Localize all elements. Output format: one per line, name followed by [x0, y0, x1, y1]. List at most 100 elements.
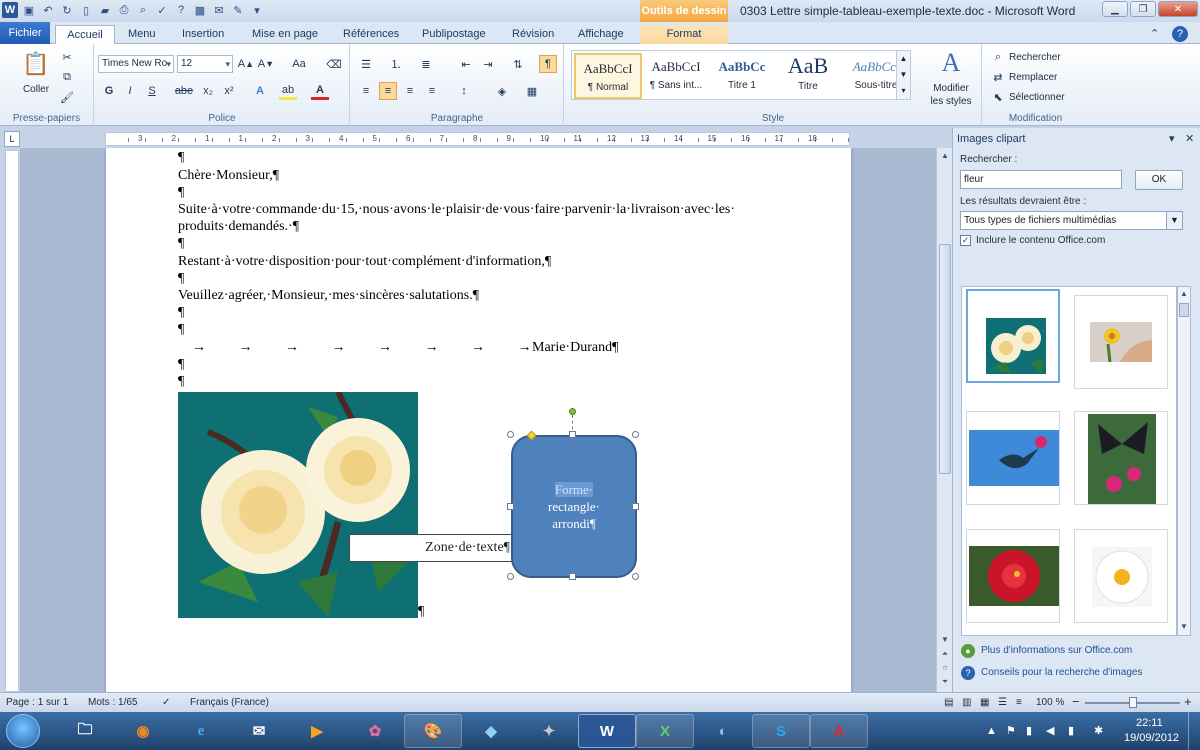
format-painter-icon[interactable]: 🖌 [58, 88, 76, 106]
zoom-out-icon[interactable]: − [1072, 694, 1080, 709]
line-spacing-icon[interactable]: ↕ [455, 82, 473, 100]
next-page-icon[interactable]: ⏷ [939, 676, 951, 688]
font-color-icon[interactable]: A [311, 82, 329, 100]
tab-selector[interactable]: L [4, 131, 20, 147]
clipart-thumbnail[interactable] [1074, 295, 1168, 389]
tab-references[interactable]: Références [343, 25, 399, 44]
tab-home[interactable]: Accueil [55, 25, 115, 44]
scroll-down-icon[interactable]: ▼ [1178, 621, 1190, 633]
web-layout-view-icon[interactable]: ▦ [980, 697, 989, 708]
tab-mailings[interactable]: Publipostage [422, 25, 486, 44]
redo-icon[interactable]: ↻ [59, 2, 75, 18]
resize-handle-tl[interactable] [507, 431, 514, 438]
help-icon[interactable]: ? [173, 2, 189, 18]
change-case-button[interactable]: Aa [287, 55, 311, 73]
clipart-search-input[interactable]: fleur [960, 170, 1122, 189]
resize-handle-l[interactable] [507, 503, 514, 510]
find-button[interactable]: Rechercher [1009, 50, 1061, 64]
media-player-icon[interactable]: ▶ [288, 714, 346, 748]
tab-view[interactable]: Affichage [578, 25, 624, 44]
scroll-up-icon[interactable]: ▲ [939, 150, 951, 162]
excel-icon[interactable]: X [636, 714, 694, 748]
resize-handle-br[interactable] [632, 573, 639, 580]
tab-review[interactable]: Révision [512, 25, 554, 44]
save-icon[interactable]: ▣ [21, 2, 37, 18]
copy-icon[interactable]: ⧉ [58, 68, 76, 86]
include-office-checkbox[interactable]: ✓ [960, 235, 971, 246]
scroll-up-icon[interactable]: ▲ [1178, 288, 1190, 300]
customize-qat-icon[interactable]: ▾ [249, 2, 265, 18]
search-tips-link[interactable]: Conseils pour la recherche d'images [981, 667, 1142, 678]
style-normal[interactable]: AaBbCcI ¶ Normal [574, 53, 642, 99]
rounded-rectangle-shape[interactable]: Forme· rectangle· arrondi¶ [511, 435, 637, 578]
action-center-icon[interactable]: ⚑ [1006, 724, 1016, 737]
maximize-button[interactable]: ❐ [1130, 1, 1156, 17]
styles-scroll[interactable]: ▲ ▼ ▾ [896, 51, 910, 99]
tab-insert[interactable]: Insertion [182, 25, 224, 44]
signal-icon[interactable]: ▮ [1068, 724, 1074, 737]
horizontal-ruler[interactable]: 3 2 1 1 2 3 4 5 6 7 8 9 10 11 12 13 14 15 16 17 18 [105, 132, 850, 146]
gimp-icon[interactable]: ✦ [520, 714, 578, 748]
borders-icon[interactable]: ▦ [523, 82, 541, 100]
thunderbird-icon[interactable]: ◐ [694, 714, 752, 748]
page-count[interactable]: Page : 1 sur 1 [6, 697, 68, 708]
help-icon[interactable]: ? [1172, 26, 1188, 42]
clipart-thumbnail[interactable] [1074, 411, 1168, 505]
media-type-select[interactable]: Tous types de fichiers multimédias ▼ [960, 211, 1183, 230]
previous-page-icon[interactable]: ⏶ [939, 648, 951, 660]
tab-page-layout[interactable]: Mise en page [252, 25, 318, 44]
modify-styles-label2[interactable]: les styles [924, 95, 978, 107]
decrease-indent-icon[interactable]: ⇤ [457, 55, 475, 73]
pane-options-icon[interactable]: ▾ [1169, 132, 1175, 145]
style-heading-1[interactable]: AaBbCc Titre 1 [708, 53, 776, 99]
rotation-handle[interactable] [569, 408, 576, 415]
insert-picture-icon[interactable]: ▩ [192, 2, 208, 18]
bluetooth-icon[interactable]: ✱ [1094, 724, 1103, 737]
scroll-down-icon[interactable]: ▼ [939, 634, 951, 646]
zoom-slider-knob[interactable] [1129, 697, 1137, 708]
clipart-thumbnail[interactable] [966, 411, 1060, 505]
scroll-thumb[interactable] [939, 244, 951, 474]
increase-indent-icon[interactable]: ⇥ [479, 55, 497, 73]
multilevel-list-icon[interactable]: ≣ [417, 55, 435, 73]
modify-styles-icon[interactable]: A [936, 48, 966, 78]
document-page[interactable]: ¶ Chère·Monsieur,¶ ¶ Suite·à·votre·comma… [106, 148, 851, 692]
cut-icon[interactable]: ✂ [58, 48, 76, 66]
bold-button[interactable]: G [100, 82, 118, 100]
print-preview-icon[interactable]: ⌕ [135, 2, 151, 18]
align-left-icon[interactable]: ≡ [357, 82, 375, 100]
explorer-icon[interactable]: 🗀 [56, 714, 114, 748]
underline-button[interactable]: S [143, 82, 161, 100]
style-no-spacing[interactable]: AaBbCcI ¶ Sans int... [642, 53, 710, 99]
acrobat-icon[interactable]: A [810, 714, 868, 748]
strikethrough-button[interactable]: abe [173, 82, 195, 100]
modify-styles-label1[interactable]: Modifier [924, 82, 978, 94]
word-count[interactable]: Mots : 1/65 [88, 697, 137, 708]
ribbon-minimize-icon[interactable]: ⌃ [1150, 25, 1159, 44]
pane-close-icon[interactable]: ✕ [1185, 132, 1194, 145]
paint-icon[interactable]: ✿ [346, 714, 404, 748]
show-hidden-icons[interactable]: ▲ [986, 725, 997, 737]
word-icon[interactable]: W [2, 2, 18, 18]
word-icon[interactable]: W [578, 714, 636, 748]
print-layout-view-icon[interactable]: ▤ [944, 697, 953, 708]
clipart-thumbnail[interactable] [966, 289, 1060, 383]
justify-icon[interactable]: ≡ [423, 82, 441, 100]
start-button[interactable] [6, 714, 40, 748]
subscript-button[interactable]: x₂ [199, 82, 217, 100]
resize-handle-t[interactable] [569, 431, 576, 438]
clock-date[interactable]: 19/09/2012 [1124, 732, 1179, 744]
font-size-combo[interactable]: 12 [177, 55, 233, 73]
align-right-icon[interactable]: ≡ [401, 82, 419, 100]
text-effects-icon[interactable]: A [251, 82, 269, 100]
language[interactable]: Français (France) [190, 697, 269, 708]
highlight-icon[interactable]: ab [279, 82, 297, 100]
email-icon[interactable]: ✉ [211, 2, 227, 18]
paste-button[interactable]: Coller [16, 82, 56, 96]
show-desktop-button[interactable] [1188, 712, 1200, 750]
minimize-button[interactable]: ▁ [1102, 1, 1128, 17]
proofing-icon[interactable]: ✓ [162, 697, 170, 708]
full-screen-view-icon[interactable]: ▥ [962, 697, 971, 708]
style-title[interactable]: AaB Titre [774, 53, 842, 99]
zoom-level[interactable]: 100 % [1036, 697, 1064, 708]
